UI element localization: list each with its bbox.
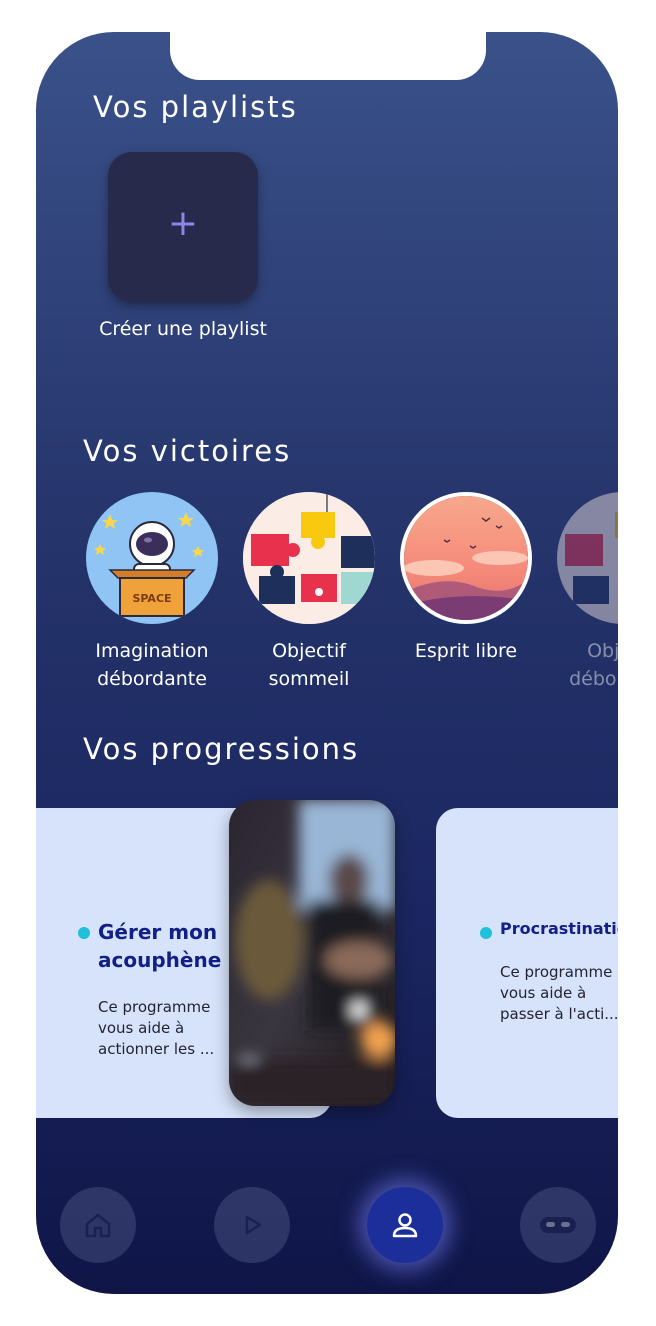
progression-description: Ce programme vous aide à actionner les .… — [98, 998, 215, 1058]
nav-profile-button[interactable] — [367, 1187, 443, 1263]
status-dot — [480, 927, 492, 939]
phone-screen: Vos playlists + Créer une playlist Vos v… — [36, 32, 618, 1294]
concert-photo-illustration — [229, 800, 395, 1106]
badge-label-esprit-libre: Esprit libre — [414, 640, 518, 662]
progression-description: Ce programme vous aide à passer à l'acti… — [500, 963, 618, 1023]
play-icon — [245, 1215, 262, 1235]
badge-label-objectif-sommeil: Objectif sommeil — [268, 640, 350, 690]
badge-imagination[interactable]: SPACE — [86, 492, 218, 624]
space-box-text: SPACE — [132, 592, 171, 605]
progression-card-procrastination[interactable]: Procrastination Ce programme vous aide à… — [436, 808, 618, 1118]
playlists-title: Vos playlists — [93, 90, 298, 124]
home-icon — [85, 1213, 111, 1238]
badge-esprit-libre[interactable] — [400, 492, 532, 624]
profile-icon — [392, 1213, 418, 1238]
plus-icon: + — [167, 203, 199, 244]
nav-home-button[interactable] — [60, 1187, 136, 1263]
badge-label-objectif-faded: Objectif débordante — [569, 640, 618, 690]
vr-headset-icon — [540, 1217, 576, 1233]
status-dot — [78, 927, 90, 939]
sunset-illustration — [404, 496, 528, 620]
victories-title: Vos victoires — [83, 434, 292, 468]
create-playlist-button[interactable]: + — [108, 152, 258, 302]
puzzle-illustration — [243, 492, 375, 624]
progression-photo — [229, 800, 395, 1106]
puzzle-illustration-faded — [557, 492, 618, 624]
nav-vr-button[interactable] — [520, 1187, 596, 1263]
progression-title: Procrastination — [500, 919, 618, 938]
badge-objectif-sommeil[interactable] — [243, 492, 375, 624]
astronaut-illustration: SPACE — [86, 492, 218, 624]
badge-label-imagination: Imagination débordante — [95, 640, 209, 690]
nav-play-button[interactable] — [214, 1187, 290, 1263]
badge-objectif-faded[interactable] — [557, 492, 618, 624]
progressions-title: Vos progressions — [83, 732, 360, 766]
create-playlist-label: Créer une playlist — [99, 318, 267, 340]
device-notch — [170, 32, 486, 80]
